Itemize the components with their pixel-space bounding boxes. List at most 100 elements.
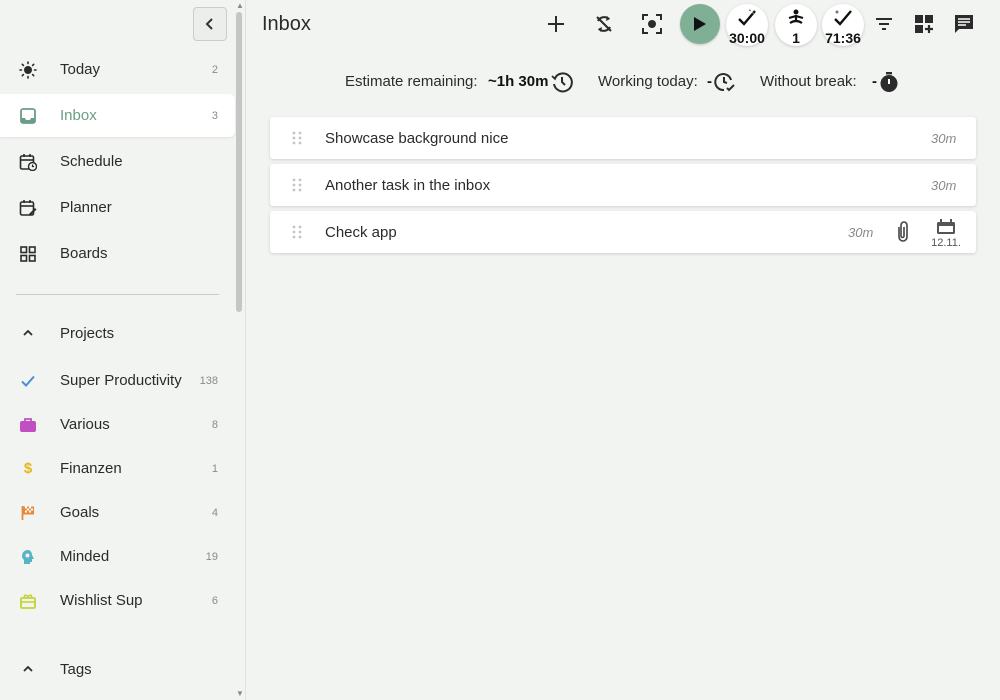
drag-handle-icon[interactable] [292, 131, 302, 145]
without-break-label: Without break: [760, 73, 857, 90]
drag-handle-icon[interactable] [292, 178, 302, 192]
sidebar: Today 2 Inbox 3 Schedule Planner Boards … [0, 0, 246, 700]
estimate-remaining-label: Estimate remaining: [345, 73, 478, 90]
project-item[interactable]: $ Finanzen 1 [0, 447, 235, 490]
break-counter: 1 [792, 30, 800, 46]
project-count: 4 [211, 506, 218, 519]
project-count: 19 [205, 550, 218, 563]
sidebar-item-label: Inbox [60, 107, 97, 124]
task-title[interactable]: Check app [325, 224, 397, 241]
task-estimate[interactable]: 30m [931, 178, 956, 193]
project-item[interactable]: Wishlist Sup 6 [0, 579, 235, 622]
focus-mode-button[interactable] [632, 4, 672, 44]
project-label: Super Productivity [60, 372, 182, 389]
tags-heading: Tags [60, 660, 92, 678]
project-item[interactable]: Minded 19 [0, 535, 235, 578]
focus-icon [642, 14, 662, 34]
meditation-icon [788, 9, 804, 24]
sync-button[interactable] [584, 4, 624, 44]
task-estimate[interactable]: 30m [848, 225, 873, 240]
plus-icon [548, 16, 564, 32]
dashboard-add-icon [915, 15, 933, 33]
gift-icon [18, 591, 38, 611]
clock-history-icon [551, 72, 573, 93]
paperclip-icon[interactable] [892, 220, 914, 244]
projects-heading: Projects [60, 324, 115, 342]
comment-icon [955, 15, 973, 33]
inbox-icon [18, 106, 38, 126]
dollar-icon: $ [23, 460, 33, 477]
check-icon [18, 371, 38, 391]
task-item[interactable]: Showcase background nice 30m [270, 117, 976, 159]
due-date[interactable]: 12.11. [928, 219, 964, 249]
filter-icon [876, 18, 892, 30]
collapse-sidebar-button[interactable] [193, 7, 227, 41]
break-button[interactable]: 1 [775, 4, 817, 46]
chevron-up-icon [18, 659, 38, 679]
chevron-up-icon [18, 323, 38, 343]
total-time-button[interactable]: 71:36 [822, 4, 864, 46]
task-title[interactable]: Showcase background nice [325, 130, 508, 147]
working-today-value: - [707, 73, 712, 90]
project-label: Wishlist Sup [60, 592, 143, 609]
play-icon [694, 17, 706, 31]
clock-check-icon [714, 73, 735, 92]
project-count: 8 [211, 418, 218, 431]
sidebar-item-count: 2 [211, 63, 218, 76]
project-item[interactable]: Various 8 [0, 403, 235, 446]
scroll-up-arrow[interactable]: ▲ [236, 2, 244, 10]
task-title[interactable]: Another task in the inbox [325, 177, 490, 194]
estimate-remaining-value: ~1h 30m [488, 73, 549, 90]
play-button[interactable] [680, 4, 720, 44]
sidebar-item-today[interactable]: Today 2 [0, 48, 235, 91]
task-item[interactable]: Check app 30m 12.11. [270, 211, 976, 253]
flag-icon [18, 503, 38, 523]
pomodoro-timer: 30:00 [729, 30, 765, 46]
sidebar-item-planner[interactable]: Planner [0, 186, 235, 229]
calendar-clock-icon [18, 152, 38, 172]
total-timer: 71:36 [825, 30, 861, 46]
project-count: 6 [211, 594, 218, 607]
page-title: Inbox [262, 13, 311, 35]
scroll-down-arrow[interactable]: ▼ [236, 690, 244, 698]
sidebar-item-boards[interactable]: Boards [0, 232, 235, 275]
sidebar-divider [16, 294, 219, 295]
pomodoro-button[interactable]: 30:00 [726, 4, 768, 46]
project-count: 138 [199, 374, 218, 387]
tags-section-toggle[interactable]: Tags [0, 649, 235, 689]
sidebar-item-schedule[interactable]: Schedule [0, 140, 235, 183]
project-label: Goals [60, 504, 100, 521]
task-item[interactable]: Another task in the inbox 30m [270, 164, 976, 206]
project-label: Minded [60, 548, 110, 565]
add-task-button[interactable] [536, 4, 576, 44]
sidebar-item-inbox[interactable]: Inbox 3 [0, 94, 235, 137]
sidebar-item-label: Boards [60, 245, 108, 262]
drag-handle-icon[interactable] [292, 225, 302, 239]
calendar-edit-icon [18, 198, 38, 218]
sun-icon [18, 60, 38, 80]
notes-button[interactable] [944, 4, 984, 44]
check-icon [834, 10, 852, 26]
add-widget-button[interactable] [904, 4, 944, 44]
without-break-value: - [872, 73, 877, 90]
sidebar-item-label: Planner [60, 199, 112, 216]
check-icon [738, 9, 756, 26]
task-estimate[interactable]: 30m [931, 131, 956, 146]
filter-button[interactable] [864, 4, 904, 44]
grid-icon [18, 244, 38, 264]
sidebar-item-label: Today [60, 61, 101, 78]
project-label: Finanzen [60, 460, 122, 477]
sync-disabled-icon [596, 16, 612, 32]
sidebar-item-label: Schedule [60, 153, 123, 170]
project-count: 1 [211, 462, 218, 475]
project-label: Various [60, 416, 110, 433]
projects-section-toggle[interactable]: Projects [0, 313, 235, 353]
due-date-text: 12.11. [931, 237, 961, 249]
sidebar-scrollbar[interactable] [236, 12, 242, 312]
sidebar-item-count: 3 [211, 109, 218, 122]
project-item[interactable]: Goals 4 [0, 491, 235, 534]
briefcase-icon [18, 415, 38, 435]
calendar-icon [937, 219, 955, 234]
project-item[interactable]: Super Productivity 138 [0, 359, 235, 402]
head-icon [18, 547, 38, 567]
